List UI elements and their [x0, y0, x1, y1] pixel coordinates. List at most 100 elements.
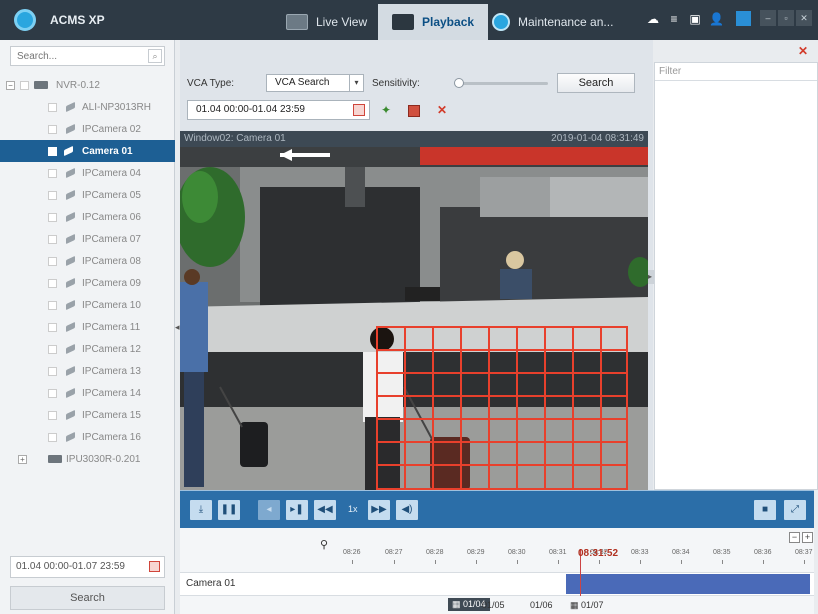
camera-icon	[66, 410, 76, 421]
tick-label: 08:26	[343, 549, 361, 556]
tick-label: 08:30	[508, 549, 526, 556]
collapse-toggle-icon[interactable]: −	[6, 80, 15, 90]
camera-icon	[66, 234, 76, 245]
video-timestamp: 2019-01-04 08:31:49	[551, 133, 644, 144]
maximize-icon[interactable]: ▫	[778, 10, 794, 26]
node-checkbox[interactable]	[48, 124, 57, 134]
minimize-icon[interactable]: –	[760, 10, 776, 26]
stop-icon[interactable]: ⤓	[190, 500, 212, 520]
vca-time-range-value: 01.04 00:00-01.04 23:59	[196, 104, 305, 115]
title-bar: ACMS XP Live View Playback Maintenance a…	[0, 0, 818, 40]
tree-node-nvr[interactable]: − NVR-0.12	[0, 74, 175, 96]
recording-segment[interactable]	[566, 574, 810, 594]
single-frame-icon[interactable]: ▸❚	[286, 500, 308, 520]
node-checkbox[interactable]	[48, 366, 57, 376]
camera-icon	[66, 344, 76, 355]
tree-node-label: IPCamera 12	[82, 343, 141, 355]
node-checkbox[interactable]	[20, 80, 29, 90]
search-button[interactable]: Search	[10, 586, 165, 610]
pause-icon[interactable]: ❚❚	[218, 500, 240, 520]
tree-node-camera[interactable]: IPCamera 06	[0, 206, 175, 228]
tree-node-camera[interactable]: IPCamera 07	[0, 228, 175, 250]
clear-area-icon[interactable]: ✕	[433, 101, 451, 119]
lock-icon[interactable]	[736, 11, 751, 26]
camera-track-label: Camera 01	[186, 578, 236, 589]
tree-node-camera[interactable]: IPCamera 15	[0, 404, 175, 426]
node-checkbox[interactable]	[48, 388, 57, 398]
date-tab[interactable]: 01/06	[530, 600, 553, 610]
camera-scene	[180, 147, 648, 490]
reverse-frame-icon[interactable]: ◂	[258, 500, 280, 520]
node-checkbox[interactable]	[48, 102, 57, 112]
tree-search: ⌕	[10, 46, 165, 66]
node-checkbox[interactable]	[48, 190, 57, 200]
tree-node-ipu[interactable]: + IPU3030R-0.201	[0, 448, 175, 470]
close-window-icon[interactable]: ✕	[796, 10, 812, 26]
node-checkbox[interactable]	[48, 212, 57, 222]
tick-mark	[352, 560, 353, 564]
node-checkbox[interactable]	[48, 278, 57, 288]
tree-node-camera[interactable]: IPCamera 05	[0, 184, 175, 206]
clip-icon[interactable]: ■	[754, 500, 776, 520]
expand-toggle-icon[interactable]: +	[18, 454, 27, 464]
tree-node-camera[interactable]: IPCamera 16	[0, 426, 175, 448]
cloud-icon[interactable]: ☁	[646, 12, 660, 26]
zoom-in-icon[interactable]: +	[802, 532, 813, 543]
vca-type-select[interactable]: VCA Search ▾	[266, 74, 364, 92]
node-checkbox[interactable]	[48, 146, 57, 156]
user-icon[interactable]: 👤	[709, 12, 724, 26]
node-checkbox[interactable]	[48, 234, 57, 244]
timeline-pin-icon[interactable]: ⚲	[320, 538, 328, 551]
node-checkbox[interactable]	[48, 410, 57, 420]
tab-playback[interactable]: Playback	[378, 4, 489, 40]
draw-area-icon[interactable]: ✦	[377, 101, 395, 119]
sensitivity-slider[interactable]	[454, 78, 548, 88]
node-checkbox[interactable]	[48, 344, 57, 354]
tree-node-camera-selected[interactable]: Camera 01	[0, 140, 175, 162]
node-checkbox[interactable]	[48, 256, 57, 266]
slider-handle[interactable]	[454, 78, 464, 88]
close-icon[interactable]: ✕	[798, 44, 808, 58]
tree-node-camera[interactable]: IPCamera 11	[0, 316, 175, 338]
playback-controls: ⤓ ❚❚ ◂ ▸❚ ◀◀ 1x ▶▶ ◀) ■ ⤢	[180, 490, 814, 528]
tree-node-camera[interactable]: IPCamera 14	[0, 382, 175, 404]
node-checkbox[interactable]	[48, 300, 57, 310]
calendar-icon[interactable]	[353, 104, 365, 116]
tree-node-camera[interactable]: IPCamera 10	[0, 294, 175, 316]
tree-node-camera[interactable]: IPCamera 13	[0, 360, 175, 382]
layout-icon[interactable]: ▣	[688, 12, 702, 26]
tree-node-camera[interactable]: IPCamera 04	[0, 162, 175, 184]
fast-forward-icon[interactable]: ▶▶	[368, 500, 390, 520]
device-tree-panel: ⌕ − NVR-0.12 ALI-NP3013RH IPCamera 02 Ca…	[0, 40, 175, 614]
tree-node-camera[interactable]: IPCamera 09	[0, 272, 175, 294]
zoom-out-icon[interactable]: −	[789, 532, 800, 543]
camera-icon	[66, 322, 76, 333]
tree-node-camera[interactable]: ALI-NP3013RH	[0, 96, 175, 118]
tick-mark	[763, 560, 764, 564]
video-window[interactable]	[180, 147, 648, 490]
tree-search-input[interactable]	[11, 47, 141, 65]
full-screen-area-icon[interactable]	[405, 101, 423, 119]
camera-icon	[66, 300, 76, 311]
node-checkbox[interactable]	[48, 168, 57, 178]
vca-search-button[interactable]: Search	[557, 73, 635, 93]
audio-icon[interactable]: ◀)	[396, 500, 418, 520]
search-icon[interactable]: ⌕	[148, 49, 162, 63]
date-range-field[interactable]: 01.04 00:00-01.07 23:59	[10, 556, 165, 578]
filter-input[interactable]: Filter	[655, 63, 817, 81]
calendar-icon[interactable]	[149, 561, 160, 572]
tree-node-camera[interactable]: IPCamera 08	[0, 250, 175, 272]
date-tab[interactable]: ▦ 01/07	[570, 600, 604, 611]
tree-node-camera[interactable]: IPCamera 12	[0, 338, 175, 360]
vca-time-range-field[interactable]: 01.04 00:00-01.04 23:59	[187, 100, 370, 120]
fullscreen-icon[interactable]: ⤢	[784, 500, 806, 520]
date-tab[interactable]: 01/05	[482, 600, 505, 610]
tick-mark	[435, 560, 436, 564]
tab-maintenance[interactable]: Maintenance an...	[478, 4, 627, 40]
menu-list-icon[interactable]: ≡	[667, 12, 681, 26]
node-checkbox[interactable]	[48, 322, 57, 332]
tree-node-camera[interactable]: IPCamera 02	[0, 118, 175, 140]
tab-live-view[interactable]: Live View	[272, 4, 381, 40]
slow-forward-icon[interactable]: ◀◀	[314, 500, 336, 520]
node-checkbox[interactable]	[48, 432, 57, 442]
